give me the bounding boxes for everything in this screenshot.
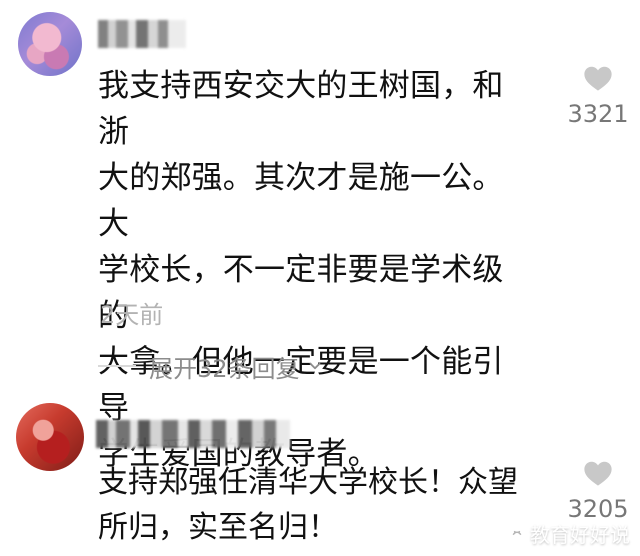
replies-label[interactable]: 展开32条回复: [149, 349, 300, 384]
heart-icon[interactable]: [581, 457, 615, 487]
comment-text: 支持郑强任清华大学校长！众望 所归，实至名归！: [98, 465, 518, 545]
watermark-icon: [508, 525, 526, 543]
username[interactable]: [98, 20, 186, 48]
chevron-down-icon[interactable]: [306, 357, 324, 375]
replies-divider: [98, 365, 136, 367]
heart-icon[interactable]: [581, 62, 615, 92]
watermark: 教育好好说: [508, 519, 630, 548]
like-control[interactable]: 3205: [565, 457, 631, 523]
avatar[interactable]: [16, 403, 84, 471]
avatar[interactable]: [18, 12, 82, 76]
comment-text: 我支持西安交大的王树国，和浙 大的郑强。其次才是施一公。大 学校长，不一定非要是…: [98, 68, 504, 472]
expand-replies[interactable]: 展开32条回复: [98, 348, 324, 384]
like-count: 3321: [567, 100, 629, 128]
comment-time: 2天前: [100, 301, 164, 329]
like-control[interactable]: 3321: [565, 62, 631, 128]
watermark-text: 教育好好说: [530, 523, 630, 547]
username[interactable]: [96, 420, 290, 448]
